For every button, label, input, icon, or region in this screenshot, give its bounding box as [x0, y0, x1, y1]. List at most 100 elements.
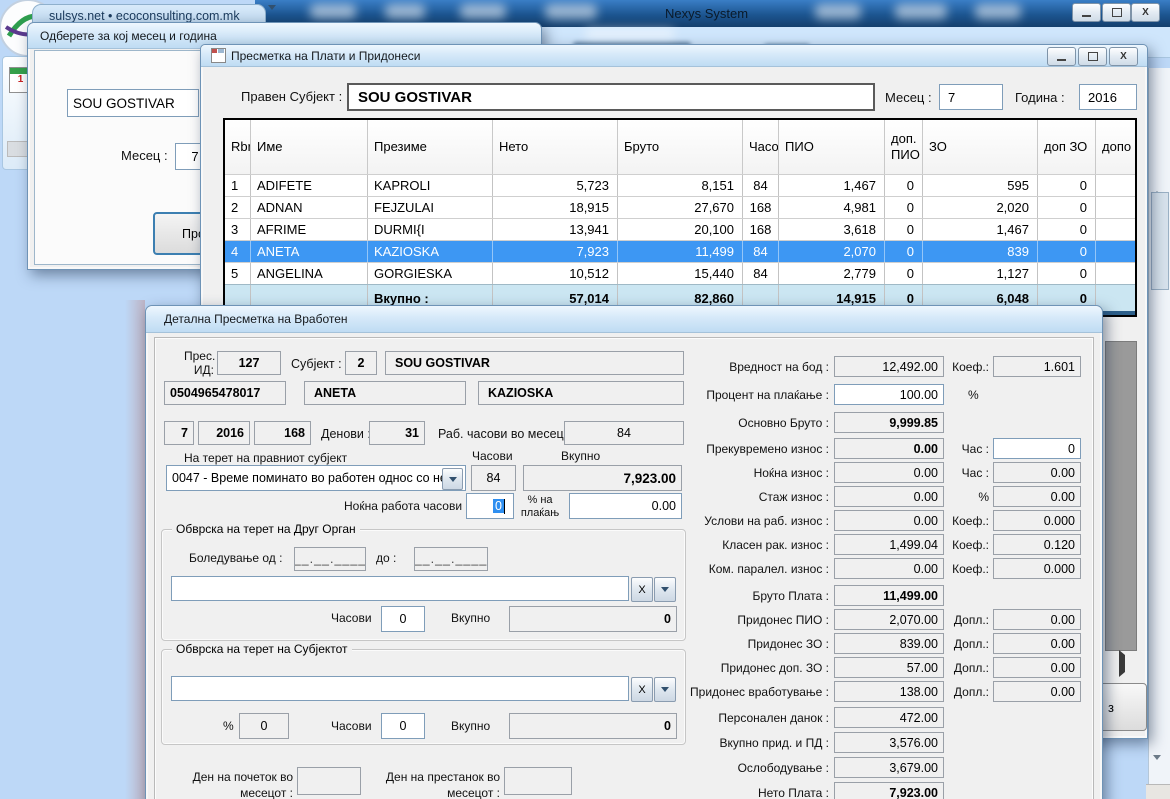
calc-row-label: Процент на плаќање : — [706, 388, 829, 402]
column-header[interactable]: доп. ПИО — [885, 120, 923, 174]
table-cell: KAZIOSKA — [368, 241, 493, 262]
calc-row-value: 472.00 — [834, 707, 944, 728]
calc-row-extra-value[interactable]: 0 — [993, 438, 1081, 459]
table-cell: AFRIME — [251, 219, 368, 240]
table-cell: 5 — [225, 263, 251, 284]
calc-row-value: 12,492.00 — [834, 356, 944, 377]
calc-row-label: Придонес доп. ЗО : — [721, 661, 829, 675]
column-header[interactable]: Часови — [743, 120, 779, 174]
calc-row-label: Основно Бруто : — [738, 416, 829, 430]
table-cell: 1,127 — [923, 263, 1038, 284]
table-cell: 4,981 — [779, 197, 885, 218]
table-cell: 0 — [1038, 263, 1096, 284]
calc-row-label: Стаж износ : — [759, 490, 829, 504]
close-icon: X — [1120, 52, 1127, 62]
month-dialog-title: Одберете за кој месец и година — [28, 29, 217, 43]
dialog-subject-field[interactable]: SOU GOSTIVAR — [67, 89, 199, 117]
calc-row-label: Вкупно прид. и ПД : — [719, 736, 829, 750]
close-button[interactable]: X — [1131, 3, 1160, 22]
calc-row-extra-value: 0.00 — [993, 633, 1081, 654]
table-cell: 0 — [885, 219, 923, 240]
column-header[interactable]: ЗО — [923, 120, 1038, 174]
dialog-month-label: Месец : — [121, 148, 168, 163]
payroll-titlebar[interactable]: Пресметка на Плати и Придонеси — [201, 45, 1147, 67]
browser-tab-label: sulsys.net • ecoconsulting.com.mk — [33, 9, 240, 23]
calc-row-label: Придонес вработување : — [690, 685, 829, 699]
payroll-maximize-button[interactable] — [1078, 47, 1107, 66]
year-field[interactable]: 2016 — [1079, 84, 1137, 110]
calc-row-extra-value: 0.00 — [993, 657, 1081, 678]
calc-row-label: Вредност на бод : — [729, 360, 829, 374]
table-cell: 0 — [1038, 175, 1096, 196]
calc-row-label: Придонес ЗО : — [748, 637, 829, 651]
table-row[interactable]: 3AFRIMEDURMI{I13,94120,1001683,61801,467… — [225, 218, 1135, 240]
table-cell: 11,499 — [618, 241, 743, 262]
column-header[interactable]: Име — [251, 120, 368, 174]
calc-row-extra-label: % — [968, 388, 979, 402]
calc-row-extra-value: 0.00 — [993, 462, 1081, 483]
calc-row-value: 839.00 — [834, 633, 944, 654]
table-cell: 1,467 — [923, 219, 1038, 240]
payroll-minimize-button[interactable] — [1047, 47, 1076, 66]
table-cell: 5,723 — [493, 175, 618, 196]
calc-row-label: Прекувремено износ : — [706, 442, 829, 456]
column-header[interactable]: Бруто — [618, 120, 743, 174]
calc-row-extra-value: 0.00 — [993, 681, 1081, 702]
table-cell: DURMI{I — [368, 219, 493, 240]
table-cell: 839 — [923, 241, 1038, 262]
grid-scrollbar-thumb[interactable] — [1105, 341, 1137, 651]
table-cell: 2,779 — [779, 263, 885, 284]
table-cell: ADNAN — [251, 197, 368, 218]
table-cell: 2,070 — [779, 241, 885, 262]
column-header[interactable]: Презиме — [368, 120, 493, 174]
totals-cell — [1096, 285, 1137, 311]
column-header[interactable]: Rbr — [225, 120, 251, 174]
mdi-vertical-scrollbar[interactable] — [1148, 68, 1170, 784]
table-cell: ANGELINA — [251, 263, 368, 284]
calc-row-label: Придонес ПИО : — [737, 613, 829, 627]
month-field[interactable]: 7 — [939, 84, 1003, 110]
calc-row-label: Класен рак. износ : — [722, 538, 829, 552]
column-header[interactable]: Нето — [493, 120, 618, 174]
table-cell: 27,670 — [618, 197, 743, 218]
calc-row-value[interactable]: 100.00 — [834, 384, 944, 405]
calc-row-value: 0.00 — [834, 558, 944, 579]
subject-field[interactable]: SOU GOSTIVAR — [347, 83, 875, 111]
table-cell: 0 — [885, 175, 923, 196]
table-cell: 7,923 — [493, 241, 618, 262]
table-cell: 2 — [225, 197, 251, 218]
form-icon — [211, 48, 226, 63]
minimize-button[interactable] — [1072, 3, 1101, 22]
maximize-button[interactable] — [1102, 3, 1131, 22]
calc-row-label: Ослободување : — [738, 761, 829, 775]
table-cell — [1096, 263, 1137, 284]
screen: Nexys System X sulsys.net • ecoconsultin… — [0, 0, 1170, 799]
table-cell — [1096, 241, 1137, 262]
calc-row-label: Ноќна износ : — [754, 466, 829, 480]
calc-row-value: 3,679.00 — [834, 757, 944, 778]
payroll-close-button[interactable]: X — [1109, 47, 1138, 66]
column-header[interactable]: доп ЗО — [1038, 120, 1096, 174]
table-cell: 1 — [225, 175, 251, 196]
scroll-up-button[interactable] — [1152, 174, 1162, 192]
table-row[interactable]: 2ADNANFEJZULAI18,91527,6701684,98102,020… — [225, 196, 1135, 218]
table-cell: 3,618 — [779, 219, 885, 240]
detail-window: Детална Пресметка на Вработен Прес.ИД: 1… — [145, 305, 1103, 799]
column-header[interactable]: ПИО — [779, 120, 885, 174]
calc-row-extra-label: Допл.: — [954, 661, 989, 675]
calc-row-extra-label: Час : — [962, 466, 989, 480]
table-cell: 1,467 — [779, 175, 885, 196]
table-row[interactable]: 1ADIFETEKAPROLI5,7238,151841,46705950 — [225, 174, 1135, 196]
table-row[interactable]: 4ANETAKAZIOSKA7,92311,499842,07008390 — [225, 240, 1135, 262]
calc-row-value: 11,499.00 — [834, 585, 944, 606]
scrollbar-thumb[interactable] — [1151, 192, 1169, 290]
calc-row-label: Персонален данок : — [718, 711, 829, 725]
scroll-down-button[interactable] — [1153, 760, 1161, 778]
scroll-right-button[interactable] — [1119, 655, 1125, 673]
table-row[interactable]: 5ANGELINAGORGIESKA10,51215,440842,77901,… — [225, 262, 1135, 284]
table-cell: 0 — [885, 241, 923, 262]
table-cell: 84 — [743, 263, 779, 284]
table-cell: 168 — [743, 197, 779, 218]
table-cell: ADIFETE — [251, 175, 368, 196]
column-header[interactable]: допо — [1096, 120, 1137, 174]
